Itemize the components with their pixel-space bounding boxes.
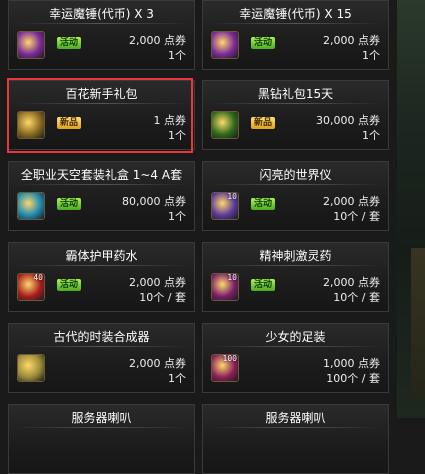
event-badge: 活动 — [251, 198, 276, 210]
title-divider — [15, 346, 188, 347]
shop-item-card[interactable]: 服务器喇叭 — [8, 404, 195, 474]
shop-item-card[interactable]: 少女的足装 100 1,000 点券 100个 / 套 — [202, 323, 389, 393]
title-divider — [209, 184, 382, 185]
item-name: 闪亮的世界仪 — [259, 168, 332, 182]
icon-count: 40 — [33, 273, 43, 282]
item-quantity: 1个 — [362, 49, 380, 62]
orb-icon[interactable]: 10 — [211, 192, 239, 220]
item-name: 百花新手礼包 — [65, 87, 138, 101]
item-price: 2,000 点券 — [129, 357, 186, 370]
item-name: 服务器喇叭 — [265, 411, 326, 425]
item-price: 2,000 点券 — [323, 34, 380, 47]
title-divider — [209, 103, 382, 104]
item-price: 2,000 点券 — [323, 276, 380, 289]
title-divider — [209, 346, 382, 347]
title-divider — [209, 427, 382, 428]
title-divider — [15, 103, 188, 104]
item-price: 30,000 点券 — [316, 114, 380, 127]
shop-item-card[interactable]: 百花新手礼包新品 1 点券 1个 — [8, 80, 195, 150]
item-price: 1,000 点券 — [323, 357, 380, 370]
icon-count: 100 — [222, 354, 237, 363]
event-badge: 活动 — [57, 37, 82, 49]
item-quantity: 100个 / 套 — [326, 372, 380, 385]
gift-bag-icon[interactable] — [211, 111, 239, 139]
item-quantity: 1个 — [168, 129, 186, 142]
title-divider — [15, 427, 188, 428]
title-divider — [15, 184, 188, 185]
elixir-icon[interactable]: 10 — [211, 273, 239, 301]
item-quantity: 1个 — [168, 372, 186, 385]
item-quantity: 1个 — [168, 49, 186, 62]
item-name: 服务器喇叭 — [71, 411, 132, 425]
event-badge: 活动 — [251, 37, 276, 49]
shoes-icon[interactable]: 100 — [211, 354, 239, 382]
item-price: 2,000 点券 — [129, 276, 186, 289]
item-price: 80,000 点券 — [122, 195, 186, 208]
event-badge: 活动 — [57, 279, 82, 291]
item-name: 全职业天空套装礼盒 1~4 A套 — [20, 168, 183, 182]
event-badge: 活动 — [57, 198, 82, 210]
icon-count: 10 — [227, 273, 237, 282]
item-name: 少女的足装 — [265, 330, 326, 344]
item-price: 1 点券 — [153, 114, 187, 127]
item-name: 幸运魔锤(代币) X 15 — [239, 7, 352, 21]
hammer-icon[interactable] — [17, 31, 45, 59]
shop-item-card[interactable]: 霸体护甲药水 40 活动 2,000 点券 10个 / 套 — [8, 242, 195, 312]
wing-box-icon[interactable] — [17, 192, 45, 220]
shop-item-card[interactable]: 闪亮的世界仪 10 活动 2,000 点券 10个 / 套 — [202, 161, 389, 231]
item-price: 2,000 点券 — [129, 34, 186, 47]
synth-icon[interactable] — [17, 354, 45, 382]
gift-box-icon[interactable] — [17, 111, 45, 139]
icon-count: 10 — [227, 192, 237, 201]
shop-item-card[interactable]: 黑钻礼包15天新品 30,000 点券 1个 — [202, 80, 389, 150]
item-price: 2,000 点券 — [323, 195, 380, 208]
item-quantity: 1个 — [362, 129, 380, 142]
title-divider — [15, 23, 188, 24]
item-name: 黑钻礼包15天 — [257, 87, 334, 101]
item-name: 古代的时装合成器 — [53, 330, 150, 344]
shop-item-card[interactable]: 服务器喇叭 — [202, 404, 389, 474]
title-divider — [15, 265, 188, 266]
hammer-icon[interactable] — [211, 31, 239, 59]
shop-item-card[interactable]: 古代的时装合成器 2,000 点券 1个 — [8, 323, 195, 393]
item-quantity: 10个 / 套 — [333, 291, 380, 304]
item-quantity: 10个 / 套 — [139, 291, 186, 304]
item-name: 精神刺激灵药 — [259, 249, 332, 263]
shop-item-card[interactable]: 幸运魔锤(代币) X 3 活动 2,000 点券 1个 — [8, 0, 195, 70]
item-quantity: 1个 — [168, 210, 186, 223]
title-divider — [209, 265, 382, 266]
shop-item-card[interactable]: 全职业天空套装礼盒 1~4 A套活动 80,000 点券 1个 — [8, 161, 195, 231]
background-stripe — [411, 248, 425, 398]
new-badge: 新品 — [251, 117, 276, 129]
shop-item-card[interactable]: 精神刺激灵药 10 活动 2,000 点券 10个 / 套 — [202, 242, 389, 312]
shop-item-card[interactable]: 幸运魔锤(代币) X 15 活动 2,000 点券 1个 — [202, 0, 389, 70]
event-badge: 活动 — [251, 279, 276, 291]
title-divider — [209, 23, 382, 24]
potion-icon[interactable]: 40 — [17, 273, 45, 301]
item-name: 霸体护甲药水 — [65, 249, 138, 263]
item-name: 幸运魔锤(代币) X 3 — [49, 7, 154, 21]
new-badge: 新品 — [57, 117, 82, 129]
item-quantity: 10个 / 套 — [333, 210, 380, 223]
background-side — [397, 0, 425, 418]
